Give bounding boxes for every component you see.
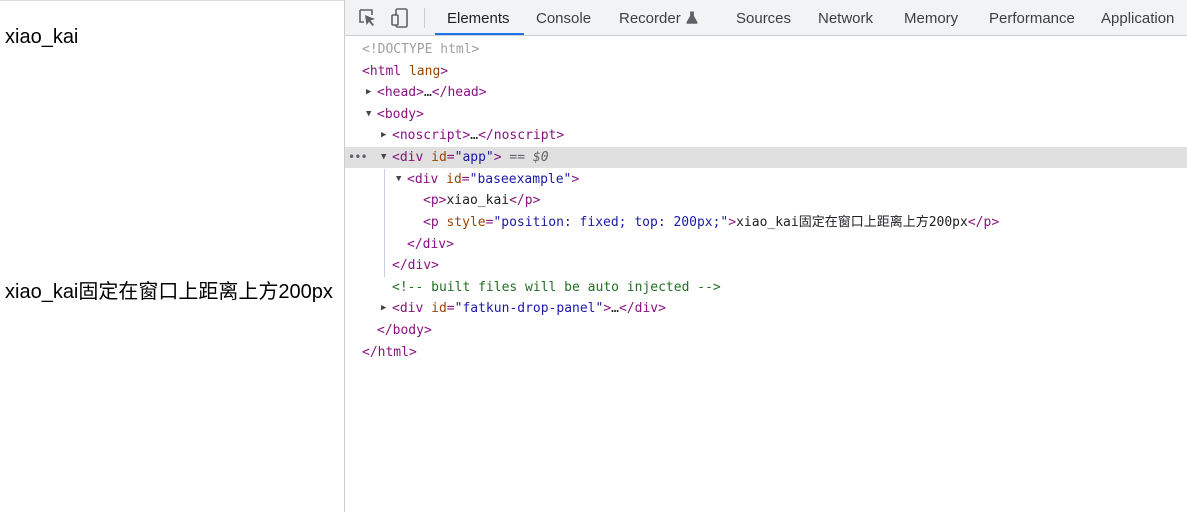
body-open-tag: <body>: [377, 107, 424, 122]
noscript-tag: <noscript>…</noscript>: [392, 128, 565, 143]
dom-node-doctype[interactable]: <!DOCTYPE html>: [345, 39, 1187, 60]
expand-triangle-icon[interactable]: ▶: [366, 82, 371, 103]
more-options-icon[interactable]: •••: [348, 147, 368, 168]
collapse-triangle-icon[interactable]: ▼: [366, 104, 371, 125]
html-close-tag: </html>: [362, 345, 417, 360]
tab-memory[interactable]: Memory: [904, 0, 958, 35]
selected-node-marker: == $0: [509, 150, 549, 165]
comment-text: <!-- built files will be auto injected -…: [392, 280, 721, 295]
dom-node-noscript[interactable]: ▶ <noscript>…</noscript>: [345, 125, 1187, 146]
doctype-text: <!DOCTYPE html>: [362, 42, 480, 57]
dom-node-html[interactable]: <html lang>: [345, 61, 1187, 82]
head-tag: <head>…</head>: [377, 85, 487, 100]
dom-node-div-baseexample-close[interactable]: </div>: [345, 234, 1187, 255]
dom-node-comment[interactable]: <!-- built files will be auto injected -…: [345, 277, 1187, 298]
page-paragraph-1: xiao_kai: [5, 26, 79, 48]
dom-node-p-2[interactable]: <p style="position: fixed; top: 200px;">…: [345, 212, 1187, 233]
dom-node-body-close[interactable]: </body>: [345, 320, 1187, 341]
collapse-triangle-icon[interactable]: ▼: [396, 169, 401, 190]
dom-node-div-fatkun[interactable]: ▶ <div id="fatkun-drop-panel">…</div>: [345, 298, 1187, 319]
tab-sources[interactable]: Sources: [736, 0, 791, 35]
dom-node-head[interactable]: ▶ <head>…</head>: [345, 82, 1187, 103]
dom-node-html-close[interactable]: </html>: [345, 342, 1187, 363]
devtools-toolbar: Elements Console Recorder Sources Networ…: [345, 0, 1187, 36]
dom-node-div-baseexample[interactable]: ▼ <div id="baseexample">: [345, 169, 1187, 190]
dom-node-p-1[interactable]: <p>xiao_kai</p>: [345, 190, 1187, 211]
tab-network[interactable]: Network: [818, 0, 873, 35]
dom-tree: <!DOCTYPE html> <html lang> ▶ <head>…</h…: [345, 37, 1187, 512]
dom-node-body[interactable]: ▼ <body>: [345, 104, 1187, 125]
tab-recorder[interactable]: Recorder: [619, 0, 698, 35]
body-close-tag: </body>: [377, 323, 432, 338]
dom-node-div-app-close[interactable]: </div>: [345, 255, 1187, 276]
toolbar-separator: [424, 8, 425, 28]
tab-elements[interactable]: Elements: [435, 0, 523, 35]
div-baseexample-tag: <div id="baseexample">: [407, 172, 580, 187]
tab-performance[interactable]: Performance: [989, 0, 1075, 35]
div-close-tag: </div>: [407, 237, 454, 252]
html-open-tag: <html lang>: [362, 64, 449, 79]
page-viewport: xiao_kai xiao_kai固定在窗口上距离上方200px: [0, 0, 344, 512]
expand-triangle-icon[interactable]: ▶: [381, 298, 386, 319]
p-2-tag: <p style="position: fixed; top: 200px;">…: [423, 215, 1000, 230]
p-1-tag: <p>xiao_kai</p>: [423, 193, 541, 208]
expand-triangle-icon[interactable]: ▶: [381, 125, 386, 146]
tab-application[interactable]: Application: [1101, 0, 1174, 35]
div-fatkun-tag: <div id="fatkun-drop-panel">…</div>: [392, 301, 666, 316]
div-app-tag: <div id="app"> == $0: [392, 150, 549, 165]
tab-console[interactable]: Console: [536, 0, 591, 35]
div-close-tag: </div>: [392, 258, 439, 273]
tab-recorder-label: Recorder: [619, 10, 681, 27]
page-paragraph-fixed: xiao_kai固定在窗口上距离上方200px: [5, 281, 333, 303]
dom-node-div-app[interactable]: ••• ▼ <div id="app"> == $0: [345, 147, 1187, 168]
device-toolbar-icon[interactable]: [388, 6, 412, 30]
flask-icon: [686, 1, 698, 38]
collapse-triangle-icon[interactable]: ▼: [381, 147, 386, 168]
devtools-panel: Elements Console Recorder Sources Networ…: [344, 0, 1187, 512]
inspect-element-icon[interactable]: [355, 6, 379, 30]
